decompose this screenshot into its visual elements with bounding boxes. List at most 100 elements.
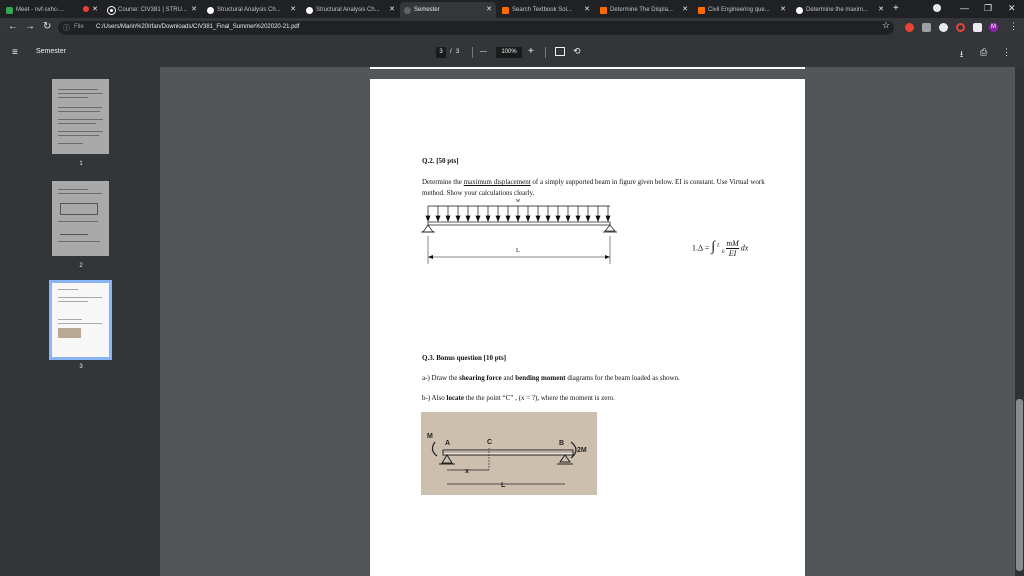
shield-icon[interactable]: [922, 23, 931, 32]
close-icon[interactable]: ✕: [584, 5, 590, 13]
q3b-bold: locate: [446, 394, 465, 402]
close-icon[interactable]: ✕: [389, 5, 395, 13]
google-icon: [796, 6, 803, 14]
page-thumbnail-3[interactable]: [49, 280, 112, 360]
roller-support-icon: [604, 224, 616, 232]
photo-beam: [442, 449, 574, 456]
chegg-icon: [698, 6, 705, 14]
close-icon[interactable]: ✕: [780, 5, 786, 13]
close-icon[interactable]: ✕: [486, 5, 492, 13]
q3a-suffix: diagrams for the beam loaded as shown.: [565, 374, 680, 382]
question-3a-text: a-) Draw the shearing force and bending …: [422, 374, 680, 382]
print-icon[interactable]: ⎙: [980, 47, 987, 58]
thumb-text-line: [58, 221, 98, 222]
browser-toolbar: ← → ↻ ⓘ File C:/Users/Marin%20Irfan/Down…: [0, 18, 1024, 38]
q2-underlined-term: maximum displacement: [463, 178, 531, 186]
page-thumbnail-1[interactable]: [52, 79, 109, 154]
vertical-scrollbar[interactable]: [1015, 67, 1024, 576]
tab-chegg-civil[interactable]: Civil Engineering que... ✕: [694, 2, 790, 18]
menu-kebab-icon[interactable]: ⋮: [1009, 21, 1018, 32]
tab-chegg-search[interactable]: Search Textbook Sol... ✕: [498, 2, 594, 18]
address-bar[interactable]: ⓘ File C:/Users/Marin%20Irfan/Downloads/…: [58, 21, 894, 35]
thumb-text-line: [58, 119, 103, 120]
back-icon[interactable]: ←: [8, 21, 18, 32]
avatar-initial: M: [991, 24, 996, 30]
tab-course[interactable]: Course: CIV381 | STRU... ✕: [104, 2, 201, 18]
chegg-icon: [600, 6, 607, 14]
account-circle-icon[interactable]: [933, 4, 941, 12]
thumbnail-number: 2: [79, 263, 83, 269]
scrollbar-thumb[interactable]: [1016, 399, 1023, 571]
page-thumbnail-2[interactable]: [52, 181, 109, 256]
download-icon[interactable]: ⭳: [960, 47, 963, 63]
more-options-icon[interactable]: ⋮: [1002, 47, 1011, 58]
thumb-text-line: [58, 123, 96, 124]
beam: [427, 221, 611, 226]
tab-title: Structural Analysis Ch...: [316, 7, 380, 13]
formula-denominator: EI: [728, 249, 737, 258]
close-icon[interactable]: ✕: [878, 5, 884, 13]
thumb-text-line: [58, 111, 100, 112]
url-text[interactable]: C:/Users/Marin%20Irfan/Downloads/CIV381_…: [96, 24, 299, 30]
q3a-bold-1: shearing force: [459, 374, 502, 382]
pdf-viewer[interactable]: Q.2. [50 pts] Determine the maximum disp…: [160, 67, 1015, 576]
tab-determine-max[interactable]: Determine the maxim... ✕: [792, 2, 888, 18]
extension-icon[interactable]: [905, 23, 914, 32]
q3a-mid: and: [501, 374, 516, 382]
tab-title: Determine The Displa...: [610, 7, 673, 13]
avatar[interactable]: M: [989, 23, 998, 32]
close-icon[interactable]: ✕: [682, 5, 688, 13]
page-separator: /: [450, 49, 452, 55]
label-A: A: [445, 440, 450, 447]
puzzle-icon[interactable]: [973, 23, 982, 32]
new-tab-icon[interactable]: +: [893, 3, 899, 14]
tab-structural-1[interactable]: Structural Analysis Ch... ✕: [203, 2, 300, 18]
moodle-icon: [107, 5, 116, 15]
globe-icon: [404, 6, 411, 14]
formula-fraction: mM EI: [726, 239, 739, 258]
dim-arrow-right: [605, 255, 610, 259]
close-icon[interactable]: ✕: [92, 5, 98, 13]
close-icon[interactable]: ✕: [191, 5, 197, 13]
thumbnail-number: 1: [79, 161, 83, 167]
bookmark-star-icon[interactable]: ☆: [882, 20, 890, 31]
thumb-text-line: [58, 319, 82, 320]
thumb-text-line: [58, 143, 83, 144]
info-icon[interactable]: ⓘ: [63, 23, 70, 33]
menu-icon[interactable]: ≡: [12, 47, 18, 58]
page-number-input[interactable]: 3: [436, 47, 446, 58]
maximize-icon[interactable]: ❐: [984, 3, 992, 14]
integral-sign: ∫: [711, 239, 716, 255]
thumbnail-number: 3: [79, 364, 83, 370]
fit-page-icon[interactable]: [555, 47, 565, 56]
opera-icon[interactable]: [956, 23, 965, 32]
tab-title: Course: CIV381 | STRU...: [118, 7, 187, 13]
tab-meet[interactable]: Meet - nvf-sxhc-... ✕: [2, 2, 102, 18]
zoom-out-button[interactable]: —: [480, 48, 487, 55]
forward-icon[interactable]: →: [25, 21, 35, 32]
pin-support-icon: [422, 224, 434, 233]
q3b-prefix: b-) Also: [422, 394, 447, 402]
thumb-text-line: [58, 131, 103, 132]
thumb-text-line: [58, 301, 88, 302]
rotate-icon[interactable]: ⟲: [573, 46, 581, 57]
thumb-text-line: [58, 107, 102, 108]
tab-title: Meet - nvf-sxhc-...: [16, 7, 65, 13]
tab-title: Determine the maxim...: [806, 7, 869, 13]
reload-icon[interactable]: ↻: [43, 21, 51, 32]
roller-support-icon: [559, 454, 571, 463]
tab-structural-2[interactable]: Structural Analysis Ch... ✕: [302, 2, 399, 18]
pdf-toolbar: ≡ Semester 3 / 3 — 100% + ⟲ ⭳ ⎙ ⋮: [0, 38, 1024, 67]
formula-upper-limit: L: [717, 243, 720, 249]
tab-semester[interactable]: Semester ✕: [400, 2, 496, 18]
extension-icon[interactable]: [939, 23, 948, 32]
close-icon[interactable]: ✕: [290, 5, 296, 13]
minimize-icon[interactable]: —: [960, 3, 969, 13]
label-L: L: [501, 482, 506, 489]
window-close-icon[interactable]: ✕: [1008, 3, 1016, 14]
tab-chegg-determine[interactable]: Determine The Displa... ✕: [596, 2, 692, 18]
thumb-text-line: [58, 93, 103, 94]
zoom-in-button[interactable]: +: [528, 46, 534, 57]
chegg-icon: [502, 6, 509, 14]
zoom-level-input[interactable]: 100%: [496, 47, 522, 58]
